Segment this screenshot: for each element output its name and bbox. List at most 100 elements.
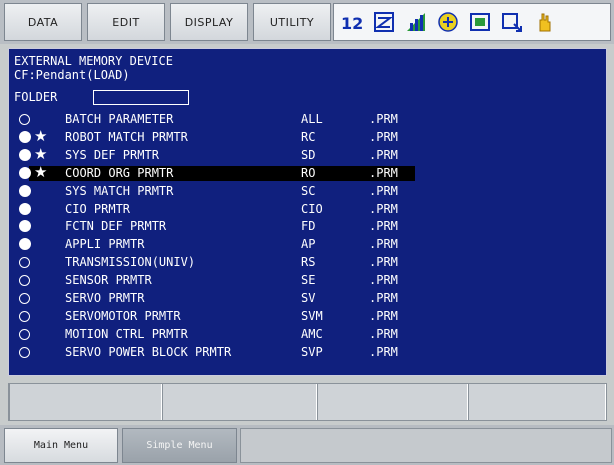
list-item[interactable]: ★ SYS DEF PRMTR SD .PRM xyxy=(9,144,608,163)
item-code: SVP xyxy=(301,344,323,359)
list-item[interactable]: FCTN DEF PRMTR FD .PRM xyxy=(9,218,608,234)
item-extension: .PRM xyxy=(369,291,398,305)
utility-menu-button[interactable]: UTILITY xyxy=(253,3,331,41)
top-menu-bar: DATA EDIT DISPLAY UTILITY 12 xyxy=(0,0,614,44)
star-icon: ★ xyxy=(34,162,48,181)
filled-circle-icon xyxy=(19,184,31,197)
item-extension: .PRM xyxy=(369,129,398,144)
page-title: EXTERNAL MEMORY DEVICE xyxy=(14,54,173,68)
bottom-menu-bar: Main Menu Simple Menu xyxy=(0,425,614,465)
filled-circle-icon xyxy=(19,148,31,161)
open-circle-icon xyxy=(19,114,30,125)
item-extension: .PRM xyxy=(369,273,398,288)
item-extension: .PRM xyxy=(369,255,398,270)
item-extension: .PRM xyxy=(369,344,398,359)
list-item[interactable]: SERVO POWER BLOCK PRMTR SVP .PRM xyxy=(9,344,608,360)
item-code: SVM xyxy=(301,308,323,323)
item-name: SYS MATCH PRMTR xyxy=(65,183,174,198)
open-circle-icon xyxy=(19,346,30,358)
item-code: SE xyxy=(301,273,316,288)
item-name: CIO PRMTR xyxy=(65,201,131,216)
item-name: SERVOMOTOR PRMTR xyxy=(65,308,181,323)
star-icon: ★ xyxy=(34,126,48,145)
item-name: SYS DEF PRMTR xyxy=(65,147,159,162)
item-name: APPLI PRMTR xyxy=(65,237,145,252)
item-code: SC xyxy=(301,183,316,198)
filled-circle-icon xyxy=(19,220,31,233)
item-name: COORD ORG PRMTR xyxy=(65,165,174,180)
tool-icon[interactable] xyxy=(436,10,460,34)
open-circle-icon xyxy=(19,293,30,304)
list-item[interactable]: SERVO PRMTR SV .PRM xyxy=(9,290,608,306)
item-extension: .PRM xyxy=(369,165,398,180)
list-item[interactable]: ★ COORD ORG PRMTR RO .PRM xyxy=(9,162,608,181)
item-code: RC xyxy=(301,129,316,144)
hand-icon[interactable] xyxy=(532,10,556,34)
item-extension: .PRM xyxy=(369,219,398,234)
tool-frame-icon[interactable] xyxy=(468,10,492,34)
list-item[interactable]: SYS MATCH PRMTR SC .PRM xyxy=(9,183,608,199)
list-item[interactable]: ★ ROBOT MATCH PRMTR RC .PRM xyxy=(9,126,608,145)
item-name: SENSOR PRMTR xyxy=(65,273,152,288)
item-code: RO xyxy=(301,165,316,180)
item-extension: .PRM xyxy=(369,147,398,162)
open-circle-icon xyxy=(19,328,30,340)
chart-icon[interactable] xyxy=(404,10,428,34)
screen-icon[interactable] xyxy=(500,10,524,34)
folder-label: FOLDER xyxy=(14,90,58,104)
open-circle-icon xyxy=(19,275,30,287)
open-circle-icon xyxy=(19,310,30,322)
item-extension: .PRM xyxy=(369,112,398,126)
function-key-4[interactable] xyxy=(468,384,606,420)
item-extension: .PRM xyxy=(369,237,398,252)
main-menu-button[interactable]: Main Menu xyxy=(4,428,118,463)
item-name: TRANSMISSION(UNIV) xyxy=(65,255,196,270)
list-item[interactable]: MOTION CTRL PRMTR AMC .PRM xyxy=(9,326,608,342)
item-name: ROBOT MATCH PRMTR xyxy=(65,129,188,144)
item-extension: .PRM xyxy=(369,183,398,198)
bottom-bar-empty-area xyxy=(240,428,612,463)
item-extension: .PRM xyxy=(369,201,398,216)
item-code: AP xyxy=(301,237,316,252)
list-item[interactable]: APPLI PRMTR AP .PRM xyxy=(9,236,608,252)
servo-icon[interactable] xyxy=(372,10,396,34)
item-code: AMC xyxy=(301,326,323,341)
function-key-bar xyxy=(8,383,607,421)
external-memory-device-panel: EXTERNAL MEMORY DEVICE CF:Pendant(LOAD) … xyxy=(8,48,607,376)
filled-circle-icon xyxy=(19,238,31,251)
data-menu-button[interactable]: DATA xyxy=(4,3,82,41)
item-extension: .PRM xyxy=(369,326,398,341)
item-extension: .PRM xyxy=(369,308,398,323)
folder-field[interactable] xyxy=(93,90,189,105)
device-path: CF:Pendant(LOAD) xyxy=(14,68,130,82)
item-code: ALL xyxy=(301,112,323,126)
list-item[interactable]: CIO PRMTR CIO .PRM xyxy=(9,201,608,217)
edit-menu-button[interactable]: EDIT xyxy=(87,3,165,41)
item-name: BATCH PARAMETER xyxy=(65,112,174,126)
filled-circle-icon xyxy=(19,130,31,143)
item-name: FCTN DEF PRMTR xyxy=(65,219,167,234)
status-icon-strip: 12 xyxy=(333,3,611,41)
list-item[interactable]: SERVOMOTOR PRMTR SVM .PRM xyxy=(9,308,608,324)
function-key-1[interactable] xyxy=(9,384,162,420)
item-name: MOTION CTRL PRMTR xyxy=(65,326,188,341)
item-code: SV xyxy=(301,291,316,305)
simple-menu-button[interactable]: Simple Menu xyxy=(122,428,237,463)
open-circle-icon xyxy=(19,257,30,269)
filled-circle-icon xyxy=(19,166,31,179)
list-item[interactable]: TRANSMISSION(UNIV) RS .PRM xyxy=(9,254,608,270)
item-code: RS xyxy=(301,255,316,270)
function-key-3[interactable] xyxy=(317,384,468,420)
list-item[interactable]: BATCH PARAMETER ALL .PRM xyxy=(9,111,608,127)
item-name: SERVO POWER BLOCK PRMTR xyxy=(65,344,232,359)
svg-text:12: 12 xyxy=(341,14,363,33)
display-menu-button[interactable]: DISPLAY xyxy=(170,3,248,41)
item-code: CIO xyxy=(301,201,323,216)
item-code: FD xyxy=(301,219,316,234)
item-code: SD xyxy=(301,147,316,162)
function-key-2[interactable] xyxy=(162,384,317,420)
filled-circle-icon xyxy=(19,202,31,215)
star-icon: ★ xyxy=(34,144,48,163)
list-item[interactable]: SENSOR PRMTR SE .PRM xyxy=(9,272,608,288)
coordinate-icon[interactable]: 12 xyxy=(340,10,364,34)
